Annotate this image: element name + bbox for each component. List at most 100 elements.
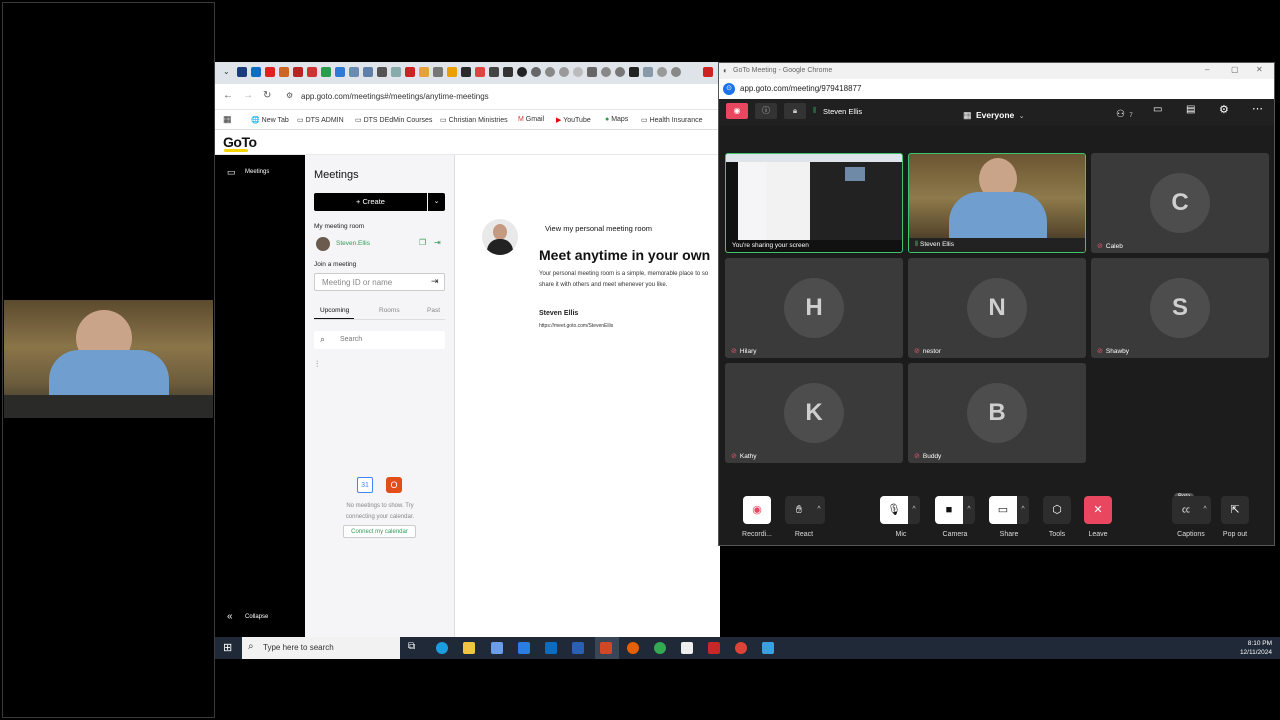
tab-favicon[interactable] — [559, 67, 569, 77]
participant-tile[interactable]: S ⊘ Shawby — [1091, 258, 1269, 358]
tab-favicon[interactable] — [447, 67, 457, 77]
close-icon[interactable]: ✕ — [1256, 65, 1263, 74]
tab-favicon[interactable] — [545, 67, 555, 77]
mail-icon[interactable] — [518, 642, 530, 654]
tab-favicon[interactable] — [615, 67, 625, 77]
site-info-icon[interactable]: ⊙ — [723, 83, 735, 95]
tab-favicon[interactable] — [461, 67, 471, 77]
tab-favicon[interactable] — [433, 67, 443, 77]
tab-favicon[interactable] — [405, 67, 415, 77]
bookmark-item[interactable]: ● Maps — [605, 116, 628, 123]
notepad-icon[interactable] — [681, 642, 693, 654]
windows-start-icon[interactable]: ⊞ — [223, 641, 232, 654]
tab-favicon[interactable] — [531, 67, 541, 77]
room-user-link[interactable]: Steven.Ellis — [336, 240, 370, 247]
react-options-button[interactable]: ^ — [813, 496, 825, 524]
tab-favicon[interactable] — [251, 67, 261, 77]
tab-favicon[interactable] — [293, 67, 303, 77]
leave-button[interactable]: ✕ — [1084, 496, 1112, 524]
bookmark-item[interactable]: ▭ Health Insurance — [641, 116, 702, 124]
record-button[interactable]: ◉ — [743, 496, 771, 524]
participant-video-tile[interactable]: ⦀ Steven Ellis — [908, 153, 1086, 253]
chrome-icon[interactable] — [654, 642, 666, 654]
tab-favicon[interactable] — [307, 67, 317, 77]
bookmark-item[interactable]: 🌐 New Tab — [251, 116, 289, 124]
camera-options-button[interactable]: ^ — [963, 496, 975, 524]
tab-strip[interactable]: ⌄ — [215, 62, 720, 84]
back-icon[interactable]: ← — [223, 90, 233, 101]
tab-favicon[interactable] — [587, 67, 597, 77]
bookmark-item[interactable]: ▭ DTS DEdMin Courses — [355, 116, 432, 124]
connect-calendar-button[interactable]: Connect my calendar — [343, 525, 416, 538]
tab-past[interactable]: Past — [427, 307, 440, 314]
taskbar-search-input[interactable]: ⌕ Type here to search — [242, 637, 400, 659]
share-button[interactable]: ▭ — [989, 496, 1017, 524]
tab-favicon[interactable] — [419, 67, 429, 77]
store-icon[interactable] — [491, 642, 503, 654]
tab-favicon[interactable] — [363, 67, 373, 77]
owner-link[interactable]: https://meet.goto.com/StevenEllis — [539, 323, 613, 329]
enter-room-icon[interactable]: ⇥ — [434, 238, 441, 247]
settings-icon[interactable]: ⚙ — [1219, 103, 1229, 116]
view-room-link[interactable]: View my personal meeting room — [545, 224, 652, 233]
search-input[interactable]: ⌕ Search — [314, 331, 445, 349]
word-icon[interactable] — [572, 642, 584, 654]
acrobat-icon[interactable] — [708, 642, 720, 654]
screen-share-tile[interactable]: You're sharing your screen — [725, 153, 903, 253]
powerpoint-icon[interactable] — [600, 642, 612, 654]
meeting-id-input[interactable]: Meeting ID or name ⇥ — [314, 273, 445, 291]
tab-favicon[interactable] — [517, 67, 527, 77]
pop-out-button[interactable]: ⇱ — [1221, 496, 1249, 524]
captions-button[interactable]: ㏄ — [1172, 496, 1200, 524]
system-clock[interactable]: 8:10 PM 12/11/2024 — [1240, 639, 1272, 657]
meeting-url[interactable]: app.goto.com/meeting/979418877 — [740, 84, 861, 93]
more-icon[interactable]: ⋯ — [1252, 102, 1263, 115]
participant-tile[interactable]: N ⊘ nestor — [908, 258, 1086, 358]
bookmark-item[interactable]: ▭ Christian Ministries — [440, 116, 508, 124]
calendar-icon[interactable]: ▤ — [1186, 104, 1195, 115]
tab-favicon[interactable] — [573, 67, 583, 77]
forward-icon[interactable]: → — [243, 90, 253, 101]
tab-favicon[interactable] — [475, 67, 485, 77]
firefox-icon[interactable] — [627, 642, 639, 654]
reload-icon[interactable]: ↻ — [263, 90, 271, 101]
captions-options-button[interactable]: ^ — [1199, 496, 1211, 524]
participant-tile[interactable]: K ⊘ Kathy — [725, 363, 903, 463]
react-button[interactable]: ✋︎ — [785, 496, 813, 524]
goto-logo[interactable]: GoTo — [223, 134, 257, 150]
tab-favicon[interactable] — [335, 67, 345, 77]
lock-icon[interactable]: 🔒︎ — [784, 103, 806, 119]
tab-favicon[interactable] — [489, 67, 499, 77]
info-icon[interactable]: ⓘ — [755, 103, 777, 119]
participant-tile[interactable]: B ⊘ Buddy — [908, 363, 1086, 463]
chrome-profile-icon[interactable] — [735, 642, 747, 654]
tab-favicon[interactable] — [321, 67, 331, 77]
tab-favicon[interactable] — [671, 67, 681, 77]
chevron-down-icon[interactable]: ⌄ — [223, 67, 230, 76]
tab-favicon[interactable] — [629, 67, 639, 77]
bookmark-item[interactable]: M Gmail — [518, 116, 544, 123]
chat-icon[interactable]: ▭ — [1153, 104, 1162, 115]
apps-grid-icon[interactable]: ▦ — [223, 114, 232, 125]
outlook-icon[interactable] — [545, 642, 557, 654]
tab-favicon[interactable] — [279, 67, 289, 77]
file-explorer-icon[interactable] — [463, 642, 475, 654]
maximize-icon[interactable]: ▢ — [1231, 65, 1239, 74]
nav-item-meetings[interactable]: ▭ Meetings — [215, 165, 305, 181]
address-input[interactable]: app.goto.com/meetings#/meetings/anytime-… — [301, 92, 489, 101]
goto-app-icon[interactable] — [762, 642, 774, 654]
tab-favicon[interactable] — [237, 67, 247, 77]
site-settings-icon[interactable]: ⚙ — [286, 91, 293, 100]
mic-options-button[interactable]: ^ — [908, 496, 920, 524]
tab-favicon[interactable] — [349, 67, 359, 77]
tab-favicon[interactable] — [601, 67, 611, 77]
attendees-button[interactable]: ⚇ 7 — [1116, 104, 1133, 122]
participant-tile[interactable]: C ⊘ Caleb — [1091, 153, 1269, 253]
tab-favicon[interactable] — [657, 67, 667, 77]
task-view-icon[interactable]: ⧉ — [408, 641, 415, 652]
tab-favicon[interactable] — [703, 67, 713, 77]
mic-button[interactable]: 🎙︎ — [880, 496, 908, 524]
minimize-icon[interactable]: – — [1205, 65, 1209, 74]
participant-tile[interactable]: H ⊘ Hilary — [725, 258, 903, 358]
bookmark-item[interactable]: ▶ YouTube — [556, 116, 591, 124]
